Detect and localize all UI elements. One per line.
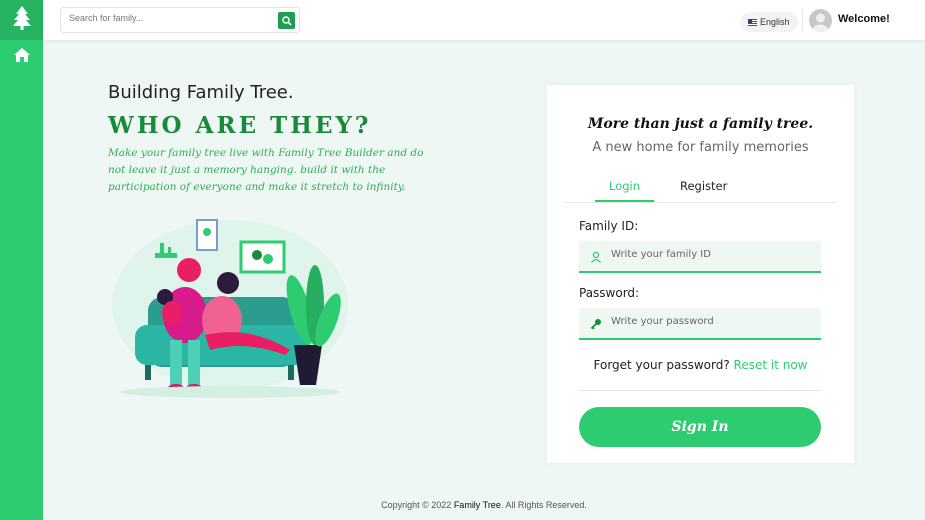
header-divider [802,10,803,30]
us-flag-icon [748,18,757,26]
footer-copyright: Copyright © 2022 [381,500,452,510]
key-icon [589,317,603,331]
footer-brand: Family Tree [453,500,501,510]
tree-icon [12,6,31,34]
search-input[interactable] [69,13,269,23]
family-illustration [110,205,355,400]
home-icon [13,47,30,66]
hero-title: Building Family Tree. [108,82,294,103]
hero-description: Make your family tree live with Family T… [108,147,424,193]
tab-register[interactable]: Register [680,179,727,201]
card-subtitle: A new home for family memories [592,140,809,155]
search-icon [281,11,292,30]
welcome-text: Welcome! [838,13,890,25]
footer-rights: . All Rights Reserved. [500,500,587,510]
family-id-label: Family ID: [579,219,639,233]
user-icon [589,250,603,264]
sidebar-item-home[interactable] [0,40,43,72]
language-label: English [760,17,790,27]
reset-password-link[interactable]: Reset it now [734,358,808,372]
password-label: Password: [579,286,640,300]
family-id-input[interactable] [611,249,811,260]
top-header: English Welcome! [43,0,925,40]
password-field [579,308,821,340]
forgot-password-text: Forget your password? [593,358,730,372]
search-box [60,7,300,33]
card-tagline: More than just a family tree. [587,116,814,132]
search-button[interactable] [278,12,295,29]
footer: Copyright © 2022 Family Tree. All Rights… [43,500,925,510]
tab-login[interactable]: Login [595,179,655,202]
family-id-field [579,241,821,273]
card-divider [579,390,821,391]
logo[interactable] [0,0,43,40]
login-card: More than just a family tree. A new home… [547,85,854,463]
language-selector[interactable]: English [740,12,798,32]
forgot-password-row: Forget your password? Reset it now [547,358,854,372]
sidebar [0,0,43,520]
password-input[interactable] [611,316,811,327]
user-icon [809,13,832,32]
avatar[interactable] [809,9,832,32]
auth-tabs: Login Register [564,177,837,203]
hero-headline: WHO ARE THEY? [108,112,372,139]
sign-in-button[interactable]: Sign In [579,407,821,447]
